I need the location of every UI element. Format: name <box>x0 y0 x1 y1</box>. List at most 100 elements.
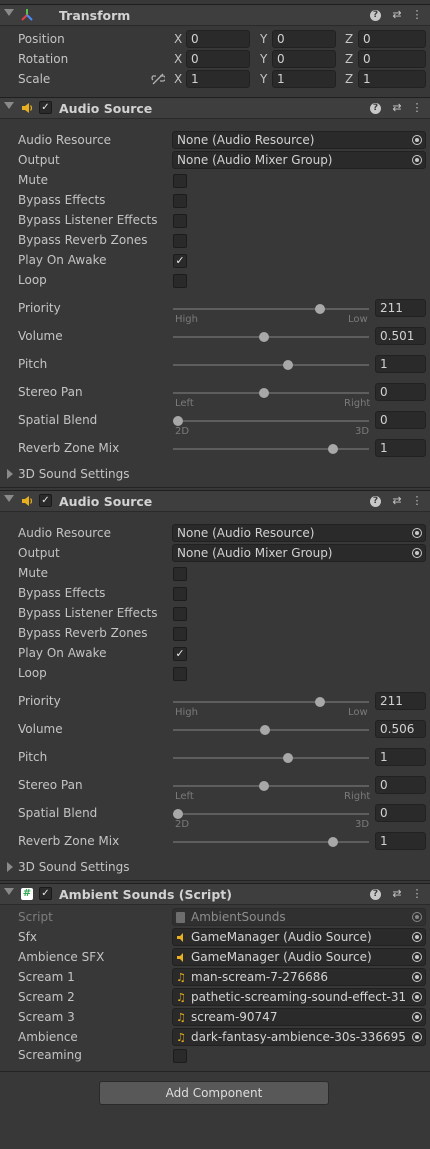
foldout-arrow-icon[interactable] <box>7 469 13 479</box>
add-component-button[interactable]: Add Component <box>99 1081 329 1105</box>
priority-slider-track[interactable] <box>173 701 369 703</box>
foldout-arrow-icon[interactable] <box>4 888 14 895</box>
constrain-proportions-icon[interactable] <box>151 73 165 85</box>
reverb-zone-mix-slider-track[interactable] <box>173 448 369 450</box>
audio-source-header[interactable]: ✓ Audio Source? ⇄ ⋮ <box>0 97 430 119</box>
bypass-effects-checkbox[interactable] <box>173 587 187 601</box>
foldout-arrow-icon[interactable] <box>7 862 13 872</box>
stereo-pan-field[interactable]: 0 <box>375 776 426 794</box>
pitch-field[interactable]: 1 <box>375 748 426 766</box>
ambience-field[interactable]: ♫ dark-fantasy-ambience-30s-336695 <box>172 1028 426 1046</box>
context-menu-icon[interactable]: ⋮ <box>410 8 424 22</box>
mute-checkbox[interactable] <box>173 567 187 581</box>
volume-field[interactable]: 0.501 <box>375 327 426 345</box>
priority-field[interactable]: 211 <box>375 299 426 317</box>
volume-slider-track[interactable] <box>173 336 369 338</box>
help-icon[interactable]: ? <box>370 103 381 114</box>
position-z-field[interactable]: 0 <box>358 30 426 48</box>
ambience-sfx-field[interactable]: GameManager (Audio Source) <box>172 948 426 966</box>
spatial-blend-slider-handle[interactable] <box>173 416 183 426</box>
scream3-field[interactable]: ♫ scream-90747 <box>172 1008 426 1026</box>
pitch-slider-handle[interactable] <box>283 753 294 763</box>
volume-slider-handle[interactable] <box>259 725 270 735</box>
help-icon[interactable]: ? <box>370 496 381 507</box>
screaming-checkbox[interactable] <box>173 1049 187 1063</box>
context-menu-icon[interactable]: ⋮ <box>410 101 424 115</box>
stereo-pan-slider-track[interactable] <box>173 785 369 787</box>
volume-slider-track[interactable] <box>173 729 369 731</box>
bypass-reverb-checkbox[interactable] <box>173 627 187 641</box>
stereo-pan-slider-handle[interactable] <box>258 781 269 791</box>
reverb-zone-mix-slider-handle[interactable] <box>328 444 339 454</box>
output-field[interactable]: None (Audio Mixer Group) <box>172 544 426 562</box>
context-menu-icon[interactable]: ⋮ <box>410 494 424 508</box>
foldout-arrow-icon[interactable] <box>4 495 14 502</box>
position-x-field[interactable]: 0 <box>186 30 250 48</box>
bypass-listener-checkbox[interactable] <box>173 214 187 228</box>
component-enabled-checkbox[interactable]: ✓ <box>39 887 52 900</box>
ambient-sounds-header[interactable]: # ✓ Ambient Sounds (Script) ? ⇄ ⋮ <box>0 883 430 905</box>
help-icon[interactable]: ? <box>370 889 381 900</box>
stereo-pan-slider-handle[interactable] <box>258 388 269 398</box>
pitch-slider-track[interactable] <box>173 364 369 366</box>
position-y-field[interactable]: 0 <box>272 30 336 48</box>
bypass-reverb-checkbox[interactable] <box>173 234 187 248</box>
component-enabled-checkbox[interactable]: ✓ <box>39 494 52 507</box>
foldout-arrow-icon[interactable] <box>4 9 14 16</box>
object-picker-icon[interactable] <box>412 952 422 962</box>
object-picker-icon[interactable] <box>412 528 422 538</box>
sound-settings-foldout[interactable]: 3D Sound Settings <box>18 860 130 874</box>
presets-icon[interactable]: ⇄ <box>390 101 404 115</box>
loop-checkbox[interactable] <box>173 667 187 681</box>
object-picker-icon[interactable] <box>412 932 422 942</box>
audio-source-header[interactable]: ✓ Audio Source? ⇄ ⋮ <box>0 490 430 512</box>
component-enabled-checkbox[interactable]: ✓ <box>39 101 52 114</box>
reverb-zone-mix-field[interactable]: 1 <box>375 832 426 850</box>
sound-settings-foldout[interactable]: 3D Sound Settings <box>18 467 130 481</box>
object-picker-icon[interactable] <box>412 548 422 558</box>
object-picker-icon[interactable] <box>412 992 422 1002</box>
rotation-z-field[interactable]: 0 <box>358 50 426 68</box>
sfx-field[interactable]: GameManager (Audio Source) <box>172 928 426 946</box>
rotation-x-field[interactable]: 0 <box>186 50 250 68</box>
presets-icon[interactable]: ⇄ <box>390 8 404 22</box>
object-picker-icon[interactable] <box>412 1012 422 1022</box>
help-icon[interactable]: ? <box>370 10 381 21</box>
audio-resource-field[interactable]: None (Audio Resource) <box>172 131 426 149</box>
mute-checkbox[interactable] <box>173 174 187 188</box>
object-picker-icon[interactable] <box>412 135 422 145</box>
output-field[interactable]: None (Audio Mixer Group) <box>172 151 426 169</box>
object-picker-icon[interactable] <box>412 1032 422 1042</box>
rotation-y-field[interactable]: 0 <box>272 50 336 68</box>
stereo-pan-field[interactable]: 0 <box>375 383 426 401</box>
spatial-blend-slider-handle[interactable] <box>173 809 183 819</box>
presets-icon[interactable]: ⇄ <box>390 887 404 901</box>
scale-x-field[interactable]: 1 <box>186 70 250 88</box>
priority-slider-handle[interactable] <box>314 697 325 707</box>
scale-y-field[interactable]: 1 <box>272 70 336 88</box>
volume-field[interactable]: 0.506 <box>375 720 426 738</box>
pitch-slider-track[interactable] <box>173 757 369 759</box>
audio-resource-field[interactable]: None (Audio Resource) <box>172 524 426 542</box>
reverb-zone-mix-slider-track[interactable] <box>173 841 369 843</box>
context-menu-icon[interactable]: ⋮ <box>410 887 424 901</box>
priority-slider-handle[interactable] <box>314 304 325 314</box>
spatial-blend-field[interactable]: 0 <box>375 411 426 429</box>
presets-icon[interactable]: ⇄ <box>390 494 404 508</box>
play-on-awake-checkbox[interactable]: ✓ <box>173 254 187 268</box>
spatial-blend-slider-track[interactable] <box>173 813 369 815</box>
object-picker-icon[interactable] <box>412 155 422 165</box>
transform-header[interactable]: Transform ? ⇄ ⋮ <box>0 4 430 26</box>
spatial-blend-field[interactable]: 0 <box>375 804 426 822</box>
scream1-field[interactable]: ♫ man-scream-7-276686 <box>172 968 426 986</box>
priority-slider-track[interactable] <box>173 308 369 310</box>
reverb-zone-mix-field[interactable]: 1 <box>375 439 426 457</box>
loop-checkbox[interactable] <box>173 274 187 288</box>
reverb-zone-mix-slider-handle[interactable] <box>328 837 339 847</box>
object-picker-icon[interactable] <box>412 972 422 982</box>
spatial-blend-slider-track[interactable] <box>173 420 369 422</box>
pitch-field[interactable]: 1 <box>375 355 426 373</box>
priority-field[interactable]: 211 <box>375 692 426 710</box>
scream2-field[interactable]: ♫ pathetic-screaming-sound-effect-312 <box>172 988 426 1006</box>
stereo-pan-slider-track[interactable] <box>173 392 369 394</box>
